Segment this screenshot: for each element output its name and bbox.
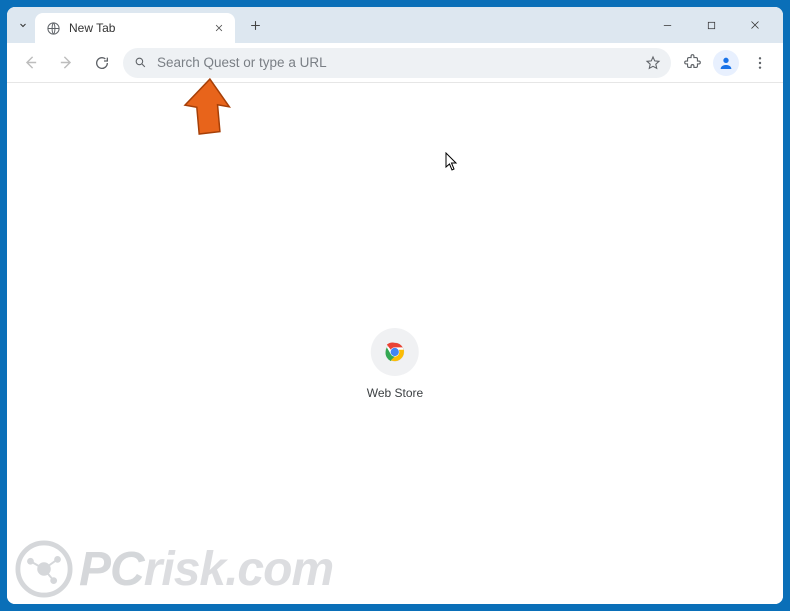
minimize-icon (662, 20, 673, 31)
plus-icon (249, 19, 262, 32)
tab-close-button[interactable] (211, 20, 227, 36)
tab-search-dropdown[interactable] (11, 13, 35, 37)
new-tab-button[interactable] (241, 11, 269, 39)
kebab-icon (752, 55, 768, 71)
address-input[interactable] (157, 55, 635, 70)
toolbar (7, 43, 783, 83)
shortcut-label: Web Store (367, 386, 423, 400)
minimize-button[interactable] (645, 10, 689, 40)
chevron-down-icon (17, 19, 29, 31)
shortcut-tile[interactable]: Web Store (367, 328, 423, 400)
browser-window: New Tab (7, 7, 783, 604)
search-icon (133, 56, 147, 70)
maximize-button[interactable] (689, 10, 733, 40)
tab-title: New Tab (69, 21, 203, 35)
bookmark-button[interactable] (645, 55, 661, 71)
omnibox[interactable] (123, 48, 671, 78)
maximize-icon (706, 20, 717, 31)
close-icon (749, 19, 761, 31)
menu-button[interactable] (745, 48, 775, 78)
window-controls (645, 10, 777, 40)
browser-tab[interactable]: New Tab (35, 13, 235, 43)
titlebar: New Tab (7, 7, 783, 43)
chrome-webstore-icon (384, 341, 406, 363)
globe-icon (45, 20, 61, 36)
star-icon (645, 55, 661, 71)
reload-icon (94, 55, 110, 71)
shortcut-icon-wrap (371, 328, 419, 376)
arrow-left-icon (22, 54, 39, 71)
close-window-button[interactable] (733, 10, 777, 40)
new-tab-content: Web Store (7, 83, 783, 604)
person-icon (718, 55, 734, 71)
reload-button[interactable] (87, 48, 117, 78)
back-button[interactable] (15, 48, 45, 78)
extensions-button[interactable] (677, 48, 707, 78)
forward-button[interactable] (51, 48, 81, 78)
close-icon (214, 23, 224, 33)
profile-button[interactable] (713, 50, 739, 76)
arrow-right-icon (58, 54, 75, 71)
puzzle-icon (684, 54, 701, 71)
